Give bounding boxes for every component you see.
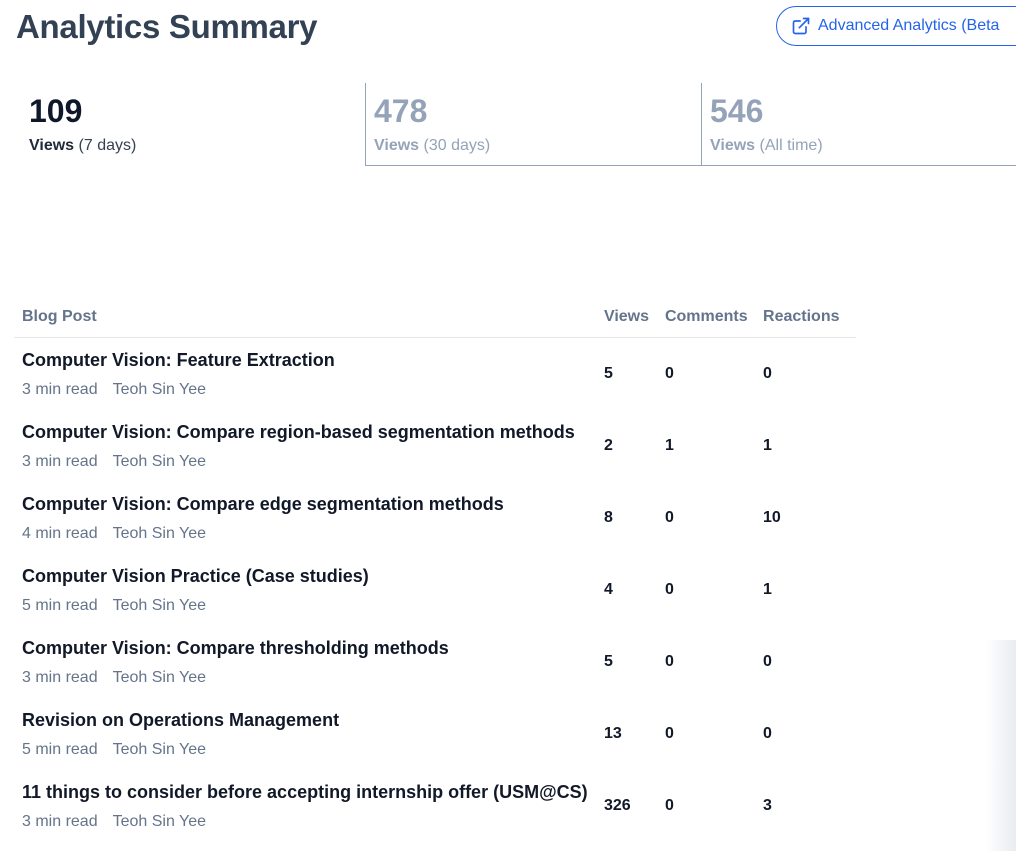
views-cell: 2 [603, 437, 613, 454]
author: Teoh Sin Yee [112, 380, 207, 398]
post-cell: Computer Vision: Compare edge segmentati… [14, 482, 604, 554]
post-meta: 5 min read Teoh Sin Yee [22, 596, 604, 616]
posts-table: Blog Post Views Comments Reactions Compu… [14, 296, 856, 842]
stat-label-text: Views [710, 137, 756, 154]
table-row: Computer Vision Practice (Case studies) … [14, 554, 856, 626]
comments-cell: 0 [664, 581, 674, 598]
views-cell: 13 [603, 725, 622, 742]
stat-tab-30-days[interactable]: 478 Views (30 days) [365, 83, 701, 166]
comments-cell: 0 [664, 509, 674, 526]
post-cell: Computer Vision: Compare thresholding me… [14, 626, 604, 698]
post-title-link[interactable]: 11 things to consider before accepting i… [22, 781, 604, 803]
views-cell: 8 [603, 509, 613, 526]
comments-cell: 1 [664, 437, 674, 454]
table-row: Computer Vision: Compare edge segmentati… [14, 482, 856, 554]
stat-tab-7-days[interactable]: 109 Views (7 days) [16, 83, 365, 166]
post-title-link[interactable]: Computer Vision Practice (Case studies) [22, 565, 604, 587]
table-row: Revision on Operations Management 5 min … [14, 698, 856, 770]
page-title: Analytics Summary [16, 8, 318, 45]
stat-value: 478 [374, 93, 428, 129]
stat-period: (30 days) [423, 137, 491, 154]
post-cell: 11 things to consider before accepting i… [14, 770, 604, 842]
table-row: Computer Vision: Compare thresholding me… [14, 626, 856, 698]
header-comments: Comments [664, 296, 764, 338]
author: Teoh Sin Yee [112, 668, 207, 686]
post-meta: 4 min read Teoh Sin Yee [22, 524, 604, 544]
read-time: 3 min read [22, 452, 98, 470]
read-time: 3 min read [22, 812, 98, 830]
author: Teoh Sin Yee [112, 596, 207, 614]
table-row: Computer Vision: Compare region-based se… [14, 410, 856, 482]
stat-label: Views (7 days) [29, 136, 136, 156]
stats-tabs: 109 Views (7 days) 478 Views (30 days) 5… [16, 83, 1016, 166]
post-title-link[interactable]: Computer Vision: Compare region-based se… [22, 421, 604, 443]
read-time: 3 min read [22, 380, 98, 398]
post-title-link[interactable]: Computer Vision: Compare edge segmentati… [22, 493, 604, 515]
stat-label: Views (All time) [710, 136, 823, 156]
views-cell: 5 [603, 653, 613, 670]
comments-cell: 0 [664, 725, 674, 742]
author: Teoh Sin Yee [112, 524, 207, 542]
post-title-link[interactable]: Computer Vision: Compare thresholding me… [22, 637, 604, 659]
post-cell: Computer Vision Practice (Case studies) … [14, 554, 604, 626]
views-cell: 5 [603, 365, 613, 382]
stat-label: Views (30 days) [374, 136, 490, 156]
post-meta: 3 min read Teoh Sin Yee [22, 668, 604, 688]
post-meta: 3 min read Teoh Sin Yee [22, 380, 604, 400]
header-views: Views [603, 296, 665, 338]
post-cell: Revision on Operations Management 5 min … [14, 698, 604, 770]
reactions-cell: 10 [763, 509, 781, 526]
post-meta: 3 min read Teoh Sin Yee [22, 812, 604, 832]
views-cell: 326 [603, 797, 631, 814]
reactions-cell: 1 [763, 581, 772, 598]
header-reactions: Reactions [763, 296, 856, 338]
post-title-link[interactable]: Revision on Operations Management [22, 709, 604, 731]
table-header-row: Blog Post Views Comments Reactions [14, 296, 856, 338]
advanced-analytics-label: Advanced Analytics (Beta [818, 17, 1000, 34]
table-row: Computer Vision: Feature Extraction 3 mi… [14, 338, 856, 411]
comments-cell: 0 [664, 365, 674, 382]
reactions-cell: 0 [763, 725, 772, 742]
read-time: 4 min read [22, 524, 98, 542]
post-cell: Computer Vision: Compare region-based se… [14, 410, 604, 482]
post-meta: 3 min read Teoh Sin Yee [22, 452, 604, 472]
post-meta: 5 min read Teoh Sin Yee [22, 740, 604, 760]
comments-cell: 0 [664, 797, 674, 814]
post-cell: Computer Vision: Feature Extraction 3 mi… [14, 338, 604, 411]
stat-period: (All time) [759, 137, 823, 154]
external-link-icon [791, 16, 811, 36]
stat-value: 546 [710, 93, 764, 129]
read-time: 5 min read [22, 740, 98, 758]
analytics-page: Analytics Summary Advanced Analytics (Be… [0, 0, 1016, 851]
post-title-link[interactable]: Computer Vision: Feature Extraction [22, 349, 604, 371]
reactions-cell: 1 [763, 437, 772, 454]
edge-shadow [986, 640, 1016, 851]
author: Teoh Sin Yee [112, 812, 207, 830]
reactions-cell: 3 [763, 797, 772, 814]
advanced-analytics-button[interactable]: Advanced Analytics (Beta [776, 6, 1016, 46]
stat-label-text: Views [29, 137, 75, 154]
comments-cell: 0 [664, 653, 674, 670]
stat-period: (7 days) [78, 137, 137, 154]
author: Teoh Sin Yee [112, 452, 207, 470]
stat-tab-all-time[interactable]: 546 Views (All time) [701, 83, 1016, 166]
read-time: 3 min read [22, 668, 98, 686]
reactions-cell: 0 [763, 365, 772, 382]
views-cell: 4 [603, 581, 613, 598]
stat-label-text: Views [374, 137, 420, 154]
table-row: 11 things to consider before accepting i… [14, 770, 856, 842]
header-blog-post: Blog Post [14, 296, 604, 338]
stat-value: 109 [29, 93, 83, 129]
reactions-cell: 0 [763, 653, 772, 670]
read-time: 5 min read [22, 596, 98, 614]
author: Teoh Sin Yee [112, 740, 207, 758]
